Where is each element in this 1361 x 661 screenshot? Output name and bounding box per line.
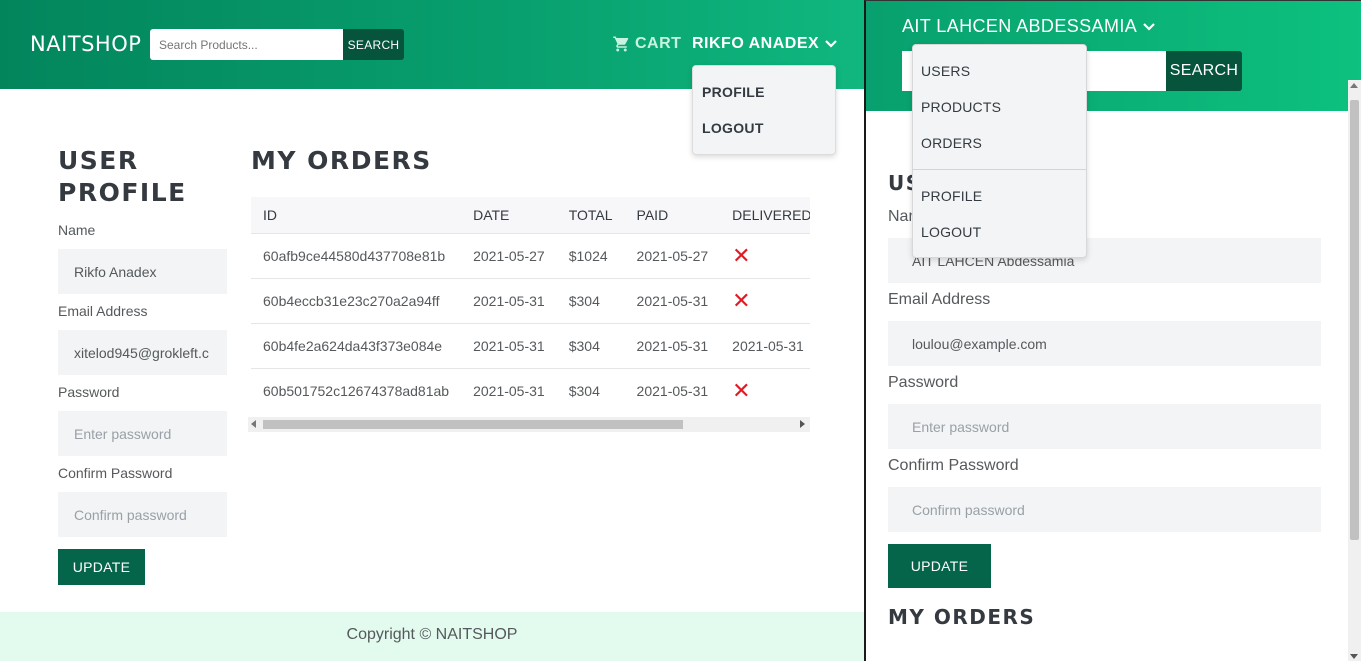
order-paid: 2021-05-31 — [624, 277, 721, 323]
x-mark-icon: ✕ — [732, 242, 751, 268]
user-name: RIKFO ANADEX — [692, 35, 820, 52]
dropdown-item-users[interactable]: USERS — [921, 63, 970, 79]
order-date: 2021-05-27 — [461, 232, 557, 278]
chevron-down-icon — [1143, 22, 1155, 31]
scroll-up-arrow-icon[interactable] — [1350, 83, 1358, 88]
table-row: 60b4eccb31e23c270a2a94ff 2021-05-31 $304… — [251, 277, 810, 323]
table-row: 60b4fe2a624da43f373e084e 2021-05-31 $304… — [251, 322, 810, 368]
orders-table-container: ID DATE TOTAL PAID DELIVERED 60afb9ce445… — [251, 197, 810, 415]
user-dropdown-menu: PROFILE LOGOUT — [692, 65, 836, 155]
cart-label: CART — [635, 35, 682, 52]
search-input[interactable] — [150, 29, 343, 60]
email-field[interactable]: xitelod945@grokleft.c — [58, 330, 227, 375]
order-total: $304 — [556, 277, 625, 323]
dropdown-item-logout[interactable]: LOGOUT — [921, 224, 981, 240]
scrollbar-thumb[interactable] — [1350, 100, 1359, 540]
order-date: 2021-05-31 — [461, 322, 557, 368]
confirm-password-label: Confirm Password — [58, 465, 173, 481]
order-id: 60afb9ce44580d437708e81b — [251, 232, 462, 278]
order-paid: 2021-05-31 — [624, 322, 721, 368]
scroll-right-arrow-icon[interactable] — [800, 420, 805, 428]
user-menu-toggle[interactable]: RIKFO ANADEX — [692, 35, 837, 53]
x-mark-icon: ✕ — [732, 377, 751, 403]
user-menu-toggle[interactable]: AIT LAHCEN ABDESSAMIA — [902, 16, 1155, 37]
update-button[interactable]: UPDATE — [58, 549, 145, 585]
column-header: DELIVERED — [720, 197, 810, 233]
admin-dropdown-menu: USERS PRODUCTS ORDERS PROFILE LOGOUT — [912, 44, 1087, 258]
dropdown-item-profile[interactable]: PROFILE — [702, 84, 765, 100]
column-header: PAID — [624, 197, 721, 233]
page-title: USER PROFILE — [58, 146, 187, 207]
search-button[interactable]: SEARCH — [1166, 51, 1242, 91]
search-button[interactable]: SEARCH — [343, 29, 404, 60]
chevron-down-icon — [825, 40, 837, 48]
column-header: DATE — [461, 197, 557, 233]
confirm-password-field[interactable]: Confirm password — [58, 492, 227, 537]
update-button[interactable]: UPDATE — [888, 544, 991, 588]
order-delivered: ✕ — [720, 232, 810, 278]
column-header: TOTAL — [556, 197, 625, 233]
brand-logo[interactable]: NAITSHOP — [30, 32, 141, 56]
right-browser-window: AIT LAHCEN ABDESSAMIA SEARCH USE Nam AIT… — [864, 0, 1361, 661]
order-delivered: 2021-05-31 — [720, 322, 810, 368]
confirm-password-field[interactable]: Confirm password — [888, 487, 1321, 532]
email-field[interactable]: loulou@example.com — [888, 321, 1321, 366]
scroll-down-arrow-icon[interactable] — [1350, 654, 1358, 659]
order-total: $304 — [556, 367, 625, 413]
copyright-text: Copyright © NAITSHOP — [346, 625, 518, 643]
order-id: 60b4fe2a624da43f373e084e — [251, 322, 462, 368]
orders-title: MY ORDERS — [888, 605, 1036, 629]
dropdown-item-profile[interactable]: PROFILE — [921, 188, 982, 204]
table-row: 60afb9ce44580d437708e81b 2021-05-27 $102… — [251, 232, 810, 278]
table-horizontal-scrollbar[interactable] — [248, 417, 810, 432]
table-row: 60b501752c12674378ad81ab 2021-05-31 $304… — [251, 367, 810, 413]
password-field[interactable]: Enter password — [58, 411, 227, 456]
orders-title: MY ORDERS — [251, 146, 432, 175]
order-total: $1024 — [556, 232, 625, 278]
password-field[interactable]: Enter password — [888, 404, 1321, 449]
footer: Copyright © NAITSHOP — [0, 612, 864, 661]
confirm-password-label: Confirm Password — [888, 457, 1019, 474]
password-label: Password — [888, 374, 959, 391]
column-header: ID — [251, 197, 462, 233]
cart-link[interactable]: CART — [612, 35, 681, 53]
dropdown-item-products[interactable]: PRODUCTS — [921, 99, 1001, 115]
user-name: AIT LAHCEN ABDESSAMIA — [902, 16, 1138, 36]
order-delivered: ✕ — [720, 367, 810, 413]
order-total: $304 — [556, 322, 625, 368]
name-label: Name — [58, 222, 96, 238]
order-paid: 2021-05-31 — [624, 367, 721, 413]
scrollbar-thumb[interactable] — [263, 420, 683, 429]
email-label: Email Address — [888, 291, 991, 308]
email-label: Email Address — [58, 303, 148, 319]
vertical-scrollbar[interactable] — [1348, 80, 1361, 661]
left-browser-window: NAITSHOP SEARCH CART RIKFO ANADEX PROFIL… — [0, 0, 864, 661]
password-label: Password — [58, 384, 120, 400]
dropdown-item-orders[interactable]: ORDERS — [921, 135, 982, 151]
orders-table: ID DATE TOTAL PAID DELIVERED 60afb9ce445… — [251, 197, 810, 413]
dropdown-divider — [913, 169, 1086, 170]
table-header-row: ID DATE TOTAL PAID DELIVERED — [251, 197, 810, 233]
order-date: 2021-05-31 — [461, 367, 557, 413]
scroll-left-arrow-icon[interactable] — [251, 420, 256, 428]
dropdown-item-logout[interactable]: LOGOUT — [702, 120, 764, 136]
order-id: 60b4eccb31e23c270a2a94ff — [251, 277, 462, 323]
name-field[interactable]: Rikfo Anadex — [58, 249, 227, 294]
order-paid: 2021-05-27 — [624, 232, 721, 278]
order-delivered: ✕ — [720, 277, 810, 323]
order-id: 60b501752c12674378ad81ab — [251, 367, 462, 413]
x-mark-icon: ✕ — [732, 287, 751, 313]
order-date: 2021-05-31 — [461, 277, 557, 323]
cart-icon — [613, 36, 629, 52]
